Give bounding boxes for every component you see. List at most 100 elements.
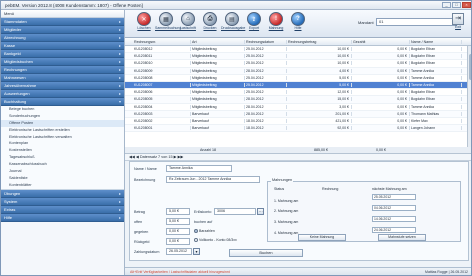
sidebar-group-jahresuebernahme[interactable]: Jahresübernahme	[1, 82, 124, 90]
sidebar-group-hilfe[interactable]: Hilfe	[1, 213, 124, 222]
date-cell: 28.04.2012	[245, 97, 287, 102]
sidebar-group-rechnungen[interactable]: Rechnungen	[1, 66, 124, 74]
sidebar-item-sonderbuchungen[interactable]: Sonderbuchungen	[1, 113, 124, 120]
name-field[interactable]: Tamme Annika	[166, 165, 232, 172]
export-tool[interactable]: ⇪ Export	[243, 12, 265, 36]
type-cell: Mitgliedsbeitrag	[191, 104, 245, 109]
sidebar-group-abrechnung[interactable]: Abrechnung	[1, 34, 124, 42]
sidebar-item-tagesabschluss[interactable]: Tagesabschluß	[1, 154, 124, 161]
payment-date-field[interactable]: 26.05.2012	[166, 248, 192, 255]
table-row[interactable]: KU1208011 Mitgliedsbeitrag 25.04.2012 10,00…	[125, 53, 471, 61]
debit-tool[interactable]: ⌂ Lastschrift	[177, 12, 199, 36]
type-cell: Mitgliedsbeitrag	[191, 83, 245, 88]
main-toolbar: ✕ Löschen ▦ Sammelbuchung ⌂ Lastschrift …	[125, 10, 471, 38]
table-row[interactable]: KU1208010 Mitgliedsbeitrag 25.04.2012 10,00…	[125, 60, 471, 68]
paid-cell: 0,00 €	[352, 111, 410, 116]
sidebar-group-buchhaltung[interactable]: Buchhaltung	[1, 98, 124, 106]
minimize-button[interactable]: _	[442, 2, 451, 8]
table-row[interactable]: KU1208001 Barverkauf 18.04.2012 92,00 €0,00…	[125, 125, 471, 133]
table-row[interactable]: KU1208003 Barverkauf 28.04.2012 201,00 €0,0…	[125, 110, 471, 118]
name-cell: Tamme Annika	[410, 75, 462, 80]
invoice-number-cell: KU1208009	[133, 68, 191, 73]
set-reminder-level-button[interactable]: Mahnstufe setzen	[378, 234, 426, 241]
print-tool[interactable]: ⎙ Drucken	[199, 12, 221, 36]
account-option[interactable]: Vollkonto - Konto 08/3xx	[194, 238, 237, 243]
sidebar-item-kontenplan[interactable]: Kontenplan	[1, 140, 124, 147]
grid-header-invoice-amount[interactable]: Rechnungsbetrag	[287, 39, 352, 44]
sidebar-group-stammdaten[interactable]: Stammdaten	[1, 18, 124, 26]
table-row[interactable]: KU1208009 Mitgliedsbeitrag 28.04.2012 4,00 …	[125, 67, 471, 75]
sidebar-item-journal[interactable]: Journal	[1, 168, 124, 175]
sidebar-group-bankgeld[interactable]: Bankgeld	[1, 50, 124, 58]
reminder-row-label: 1. Mahnung am	[274, 199, 299, 203]
main-window: pebEM. Version 2012.8 (4008 Kundenstamm:…	[0, 0, 472, 276]
sidebar-group-mahnwesen[interactable]: Mahnwesen	[1, 74, 124, 82]
invoice-number-cell: KU1208005	[133, 97, 191, 102]
sidebar-item-kassenabschlussbuch[interactable]: Kassenabschlussbuch	[1, 161, 124, 168]
calendar-button[interactable]: ▾	[193, 248, 200, 255]
grid-header-type[interactable]: Art	[191, 39, 245, 44]
grid-header-paid[interactable]: Gezahlt	[352, 39, 410, 44]
sidebar-group-kasse[interactable]: Kasse	[1, 42, 124, 50]
date-cell: 25.04.2012	[245, 83, 287, 88]
amount-field[interactable]: 5,00 €	[166, 208, 190, 215]
table-row[interactable]: KU1208012 Mitgliedsbeitrag 25.04.2012 10,00…	[125, 46, 471, 54]
navigator-arrows[interactable]: ◀◀ ◀	[129, 155, 140, 159]
sidebar-item-lastschriften-verwalten[interactable]: Elektronische Lastschriften verwalten	[1, 134, 124, 141]
export-label: Export	[248, 26, 260, 30]
table-row[interactable]: KU1208006 Mitgliedsbeitrag 25.04.2012 12,00…	[125, 89, 471, 97]
sidebar-group-extras[interactable]: Extras	[1, 205, 124, 214]
given-label: gegeben	[134, 230, 149, 234]
table-row-selected[interactable]: KU1208007 Mitgliedsbeitrag 25.04.2012 5,00 …	[125, 81, 471, 90]
sidebar-item-saldenliste[interactable]: Saldenliste	[1, 175, 124, 182]
table-row[interactable]: KU1208008 Mitgliedsbeitrag 25.04.2012 5,00 …	[125, 75, 471, 82]
name-cell: Bogdahn Ethan	[410, 54, 462, 59]
description-field[interactable]: Rz Zeitraum Jun - 2012 Tamme Annika	[166, 176, 260, 183]
sidebar-group-auswertungen[interactable]: Auswertungen	[1, 90, 124, 98]
sidebar-item-kostenstellen[interactable]: Kostenstellen	[1, 147, 124, 154]
help-tool[interactable]: ? Hilfe	[287, 12, 309, 36]
book-button[interactable]: Buchen	[229, 249, 303, 257]
sidebar-group-mitglieder[interactable]: Mitglieder	[1, 26, 124, 34]
table-row[interactable]: KU1208002 Barverkauf 18.04.2012 421,00 €0,0…	[125, 118, 471, 126]
grid-scrollbar[interactable]	[467, 46, 471, 148]
table-row[interactable]: KU1208004 Mitgliedsbeitrag 28.04.2012 3,00 …	[125, 104, 471, 111]
revenue-account-field[interactable]: 3006	[214, 208, 256, 215]
open-field[interactable]: 5,00 €	[166, 218, 190, 225]
buchhaltung-items: Belege buchen Sonderbuchungen Offene Pos…	[1, 106, 124, 190]
cash-option[interactable]: Barzahlen	[194, 229, 215, 234]
given-field[interactable]: 0,00 €	[166, 228, 190, 235]
sidebar-item-belege-buchen[interactable]: Belege buchen	[1, 106, 124, 113]
print-output-tool[interactable]: ▤ Drucksausgabe	[221, 12, 245, 36]
record-navigator[interactable]: ◀◀ ◀ Datensatz 7 von 15 ▶ ▶▶	[125, 154, 471, 161]
status-warning: Alt+Entf Verfügbarkeiten / Lastschriftsd…	[130, 270, 230, 274]
delete-tool[interactable]: ✕ Löschen	[133, 12, 155, 36]
no-reminder-button[interactable]: Keine Mahnung	[298, 234, 346, 241]
summary-paid: 0,00 €	[376, 148, 386, 152]
sidebar-item-lastschriften-erstellen[interactable]: Elektronische Lastschriften erstellen	[1, 127, 124, 134]
maximize-button[interactable]: □	[452, 2, 461, 8]
sidebar-item-kontenblaetter[interactable]: Kontenblätter	[1, 182, 124, 189]
open-label: offen	[134, 220, 143, 224]
reminder-tool[interactable]: ! Mahnung	[265, 12, 287, 36]
grid-header-invoice-number[interactable]: Rechnungsnr.	[133, 39, 191, 44]
close-button[interactable]: ×	[462, 2, 471, 8]
invoice-number-cell: KU1208001	[133, 126, 191, 131]
grid-header-invoice-date[interactable]: Rechnungsdatum	[245, 39, 287, 44]
sidebar-item-offene-posten[interactable]: Offene Posten	[1, 119, 124, 127]
mandant-select[interactable]: 01	[376, 18, 457, 26]
sidebar-group-system[interactable]: System	[1, 197, 124, 206]
change-field[interactable]: 0,00 €	[166, 238, 190, 245]
name-cell: Bogdahn Ethan	[410, 61, 462, 66]
batch-booking-tool[interactable]: ▦ Sammelbuchung	[155, 12, 181, 36]
grid-header-name[interactable]: Name / Name	[410, 39, 462, 44]
paid-cell: 0,00 €	[352, 118, 410, 123]
table-row[interactable]: KU1208005 Mitgliedsbeitrag 28.04.2012 15,00…	[125, 96, 471, 104]
invoice-number-cell: KU1208002	[133, 118, 191, 123]
exit-button[interactable]: ⇥ Exit	[449, 12, 467, 36]
revenue-account-button[interactable]: ⋯	[257, 208, 264, 215]
amount-cell: 10,00 €	[287, 54, 352, 59]
navigator-arrows-right[interactable]: ▶ ▶▶	[174, 155, 184, 159]
sidebar-group-uebungen[interactable]: Übungen	[1, 189, 124, 198]
sidebar-group-mitgliedsbuchen[interactable]: Mitgliedsbuchen	[1, 58, 124, 66]
